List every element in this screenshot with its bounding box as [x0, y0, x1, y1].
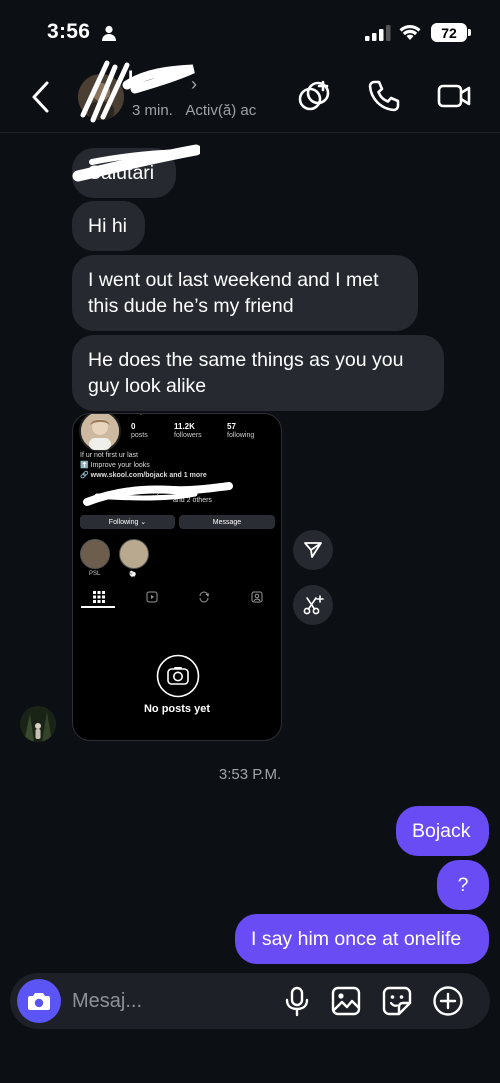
bio-line: If ur not first ur last — [80, 452, 138, 459]
message-bubble-outgoing[interactable]: Bojack — [396, 806, 489, 856]
shared-profile-avatar — [79, 414, 121, 452]
message-input[interactable] — [72, 987, 252, 1015]
back-chevron-icon[interactable] — [28, 80, 54, 114]
message-bubble-outgoing[interactable]: ? — [437, 860, 489, 910]
story-highlight[interactable] — [80, 539, 110, 569]
share-button[interactable] — [293, 530, 333, 570]
camera-icon — [28, 993, 50, 1010]
following-button[interactable]: Following ⌄ — [80, 515, 175, 529]
followers-label: followers — [174, 432, 202, 439]
shared-profile-card[interactable]: bojack 0 posts 11.2K followers 57 follow… — [72, 413, 282, 741]
battery-tip — [468, 29, 471, 36]
bio-line: ⬆️ Improve your looks — [80, 462, 150, 469]
video-effects-icon[interactable] — [296, 78, 332, 114]
tagged-tab-icon[interactable] — [251, 591, 263, 603]
add-plus-icon[interactable] — [432, 985, 464, 1017]
header-divider — [0, 132, 500, 133]
shared-profile-username: bojack — [133, 414, 153, 415]
phone-icon[interactable] — [366, 78, 402, 114]
message-bubble-incoming[interactable]: I went out last weekend and I met this d… — [72, 255, 418, 331]
posts-label: posts — [131, 432, 148, 439]
sender-avatar[interactable] — [20, 706, 56, 742]
cellular-signal-icon — [365, 25, 391, 41]
message-bubble-incoming[interactable]: He does the same things as you you guy l… — [72, 335, 444, 411]
chevron-right-icon[interactable]: › — [191, 74, 197, 95]
followed-by-rest: and 2 others — [173, 497, 212, 504]
contact-active-status: 3 min. Activ(ă) ac — [132, 102, 257, 119]
following-label: following — [227, 432, 255, 439]
story-highlight-label: PSL — [89, 571, 101, 577]
message-button[interactable]: Message — [179, 515, 275, 529]
followers-count: 11.2K — [174, 422, 195, 431]
contact-avatar[interactable] — [78, 74, 124, 120]
contact-name[interactable]: L — [128, 68, 140, 90]
story-highlight-label: 🐑 — [129, 572, 137, 578]
bio-link: 🔗 www.skool.com/bojack and 1 more — [80, 472, 207, 479]
status-time: 3:56 — [47, 20, 91, 43]
message-bubble-incoming[interactable]: Salutari — [72, 148, 176, 198]
send-icon — [304, 542, 322, 558]
no-posts-text: No posts yet — [143, 703, 210, 715]
wifi-icon — [399, 25, 421, 40]
posts-count: 0 — [131, 422, 136, 431]
message-bubble-outgoing[interactable]: I say him once at onelife — [235, 914, 489, 964]
followed-by-text: Followed by — [123, 488, 161, 495]
reels-tab-icon[interactable] — [146, 591, 158, 603]
camera-outline-icon — [156, 654, 200, 698]
video-call-icon[interactable] — [436, 78, 472, 114]
story-highlight[interactable] — [119, 539, 149, 569]
active-tab-indicator — [81, 606, 115, 608]
message-timestamp: 3:53 P.M. — [218, 766, 282, 783]
message-bubble-incoming[interactable]: Hi hi — [72, 201, 145, 251]
sticker-icon[interactable] — [381, 985, 413, 1017]
grid-tab-icon[interactable] — [93, 591, 105, 603]
person-icon — [102, 25, 116, 41]
gallery-icon[interactable] — [330, 985, 362, 1017]
following-count: 57 — [227, 422, 236, 431]
redaction-scribble — [83, 482, 233, 506]
reposts-tab-icon[interactable] — [198, 591, 210, 603]
scissors-sparkle-icon — [303, 595, 324, 615]
remix-button[interactable] — [293, 585, 333, 625]
battery-indicator: 72 — [431, 23, 467, 42]
camera-button[interactable] — [17, 979, 61, 1023]
microphone-icon[interactable] — [281, 985, 313, 1017]
